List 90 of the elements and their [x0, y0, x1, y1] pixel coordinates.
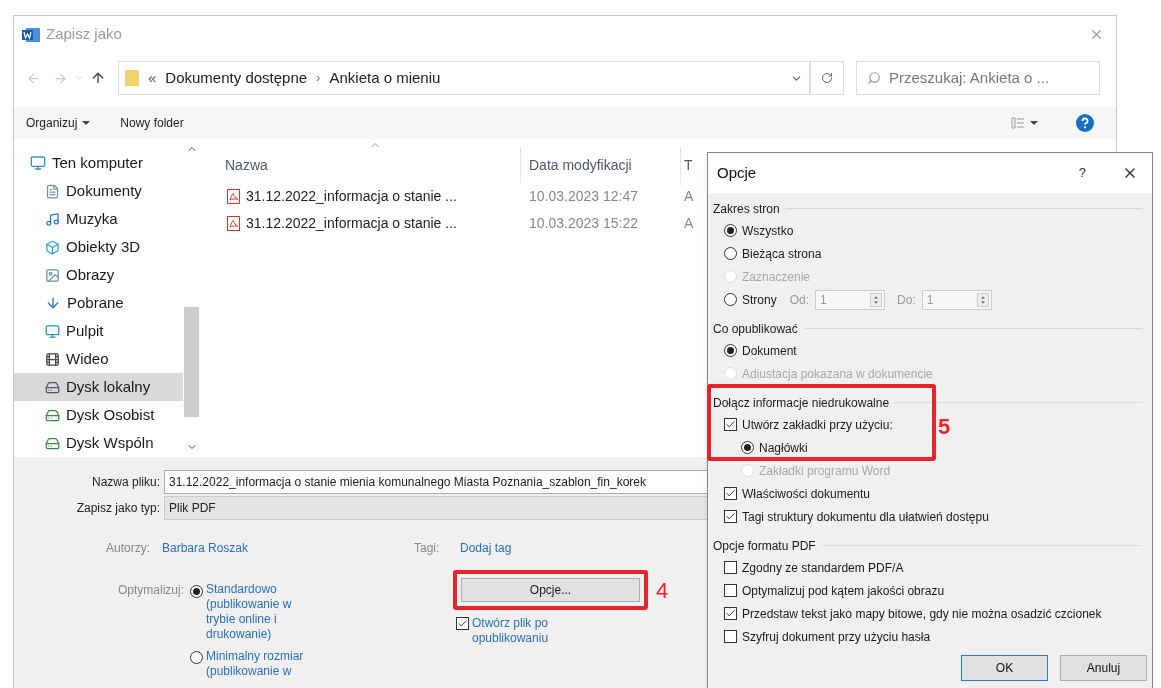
window-title: Zapisz jako	[46, 24, 123, 45]
options-button[interactable]: Opcje...	[461, 578, 640, 602]
checkbox[interactable]	[724, 561, 737, 574]
spin-icon[interactable]	[870, 292, 883, 307]
to-label: Do:	[897, 291, 916, 309]
step-number: 5	[938, 413, 951, 441]
pdf-file-icon	[227, 189, 240, 204]
search-field[interactable]: Przeszukaj: Ankieta o ...	[856, 61, 1100, 95]
file-name: 31.12.2022_informacja o stanie ...	[246, 214, 457, 233]
step-number: 4	[656, 582, 669, 598]
column-header[interactable]: T	[681, 147, 695, 183]
sidebar-item[interactable]: Dysk lokalny	[14, 373, 183, 401]
authors-label: Autorzy:	[105, 540, 151, 557]
section-heading: Zakres stron	[713, 200, 780, 218]
radio-button[interactable]	[741, 441, 754, 454]
checkbox[interactable]	[724, 584, 737, 597]
sidebar-item[interactable]: Muzyka	[14, 205, 183, 233]
checkbox[interactable]	[456, 617, 469, 630]
search-icon	[867, 71, 881, 85]
help-button[interactable]: ?	[1078, 163, 1086, 183]
radio-button[interactable]	[190, 651, 203, 664]
file-date: 10.03.2023 12:47	[528, 187, 639, 206]
checkbox[interactable]	[724, 487, 737, 500]
file-name: 31.12.2022_informacja o stanie ...	[246, 187, 457, 206]
table-cell-text: A	[683, 187, 695, 206]
sidebar-item[interactable]: Pobrane	[14, 289, 183, 317]
option-label: Strony	[742, 291, 777, 309]
option-label: Utwórz zakładki przy użyciu:	[742, 416, 893, 434]
breadcrumb-item[interactable]: Ankieta o mieniu	[329, 66, 441, 90]
sidebar-item[interactable]: Obiekty 3D	[14, 233, 183, 261]
checkbox[interactable]	[724, 630, 737, 643]
column-header[interactable]: Nazwa	[201, 147, 521, 183]
radio-button[interactable]	[190, 585, 203, 598]
radio-button[interactable]	[724, 224, 737, 237]
option-label: Zaznaczenie	[742, 268, 811, 286]
optimize-label: Optymalizuj:	[116, 582, 185, 599]
pdf-file-icon	[227, 216, 240, 231]
tags-label: Tagi:	[414, 540, 441, 557]
file-date: 10.03.2023 15:22	[528, 214, 639, 233]
refresh-icon	[821, 72, 833, 84]
option-label: Przedstaw tekst jako mapy bitowe, gdy nie można osadzić czcionek	[742, 605, 1102, 623]
organize-menu-button[interactable]: Organizuj	[26, 114, 91, 132]
overflow-chevron[interactable]: «	[148, 66, 157, 90]
file-name-label: Nazwa pliku:	[90, 474, 161, 491]
radio-button[interactable]	[724, 247, 737, 260]
sidebar-item[interactable]: Dokumenty	[14, 177, 183, 205]
from-label: Od:	[789, 291, 810, 309]
sidebar-item[interactable]: Pulpit	[14, 317, 183, 345]
radio-label: Standardowo (publikowanie w trybie online i drukowanie)	[206, 582, 293, 642]
spin-icon[interactable]	[976, 292, 989, 307]
option-label: Wszystko	[742, 222, 794, 240]
option-label: Optymalizuj pod kątem jakości obrazu	[742, 582, 945, 600]
checkbox-label: Otwórz plik po opublikowaniu	[472, 616, 550, 646]
breadcrumb-item[interactable]: Dokumenty dostępne	[165, 66, 308, 90]
address-bar[interactable]: « Dokumenty dostępne › Ankieta o mieniu	[118, 61, 810, 95]
view-options-button[interactable]	[1011, 117, 1038, 129]
option-label: Zgodny ze standardem PDF/A	[742, 559, 904, 577]
sidebar-item[interactable]: Wideo	[14, 345, 183, 373]
file-type-label: Zapisz jako typ:	[75, 500, 161, 517]
sidebar-item[interactable]: Dysk Osobist	[14, 401, 183, 429]
checkbox[interactable]	[724, 510, 737, 523]
caret-icon	[82, 121, 91, 125]
radio-label: Minimalny rozmiar (publikowanie w	[206, 649, 305, 679]
column-header[interactable]: Data modyfikacji	[521, 147, 681, 183]
dialog-title: Opcje	[717, 162, 758, 183]
sidebar-item[interactable]: Ten komputer	[14, 149, 183, 177]
dialog-button[interactable]: OK	[961, 655, 1048, 681]
option-label: Nagłówki	[759, 439, 808, 457]
up-icon[interactable]	[90, 70, 106, 86]
section-heading: Dołącz informacje niedrukowalne	[713, 394, 890, 412]
dialog-button[interactable]: Anuluj	[1060, 655, 1147, 681]
word-app-icon	[22, 26, 40, 43]
help-icon[interactable]	[1076, 114, 1094, 132]
option-label: Adiustacja pokazana w dokumencie	[742, 365, 933, 383]
option-label: Dokument	[742, 342, 797, 360]
radio-button[interactable]	[724, 344, 737, 357]
authors-link[interactable]: Barbara Roszak	[162, 539, 414, 557]
option-label: Szyfruj dokument przy użyciu hasła	[742, 628, 931, 646]
section-heading: Opcje formatu PDF	[713, 537, 816, 555]
sidebar-item[interactable]: Dysk Wspóln	[14, 429, 183, 457]
new-folder-button[interactable]: Nowy folder	[120, 114, 184, 132]
option-label: Bieżąca strona	[742, 245, 822, 263]
sidebar-item[interactable]: Obrazy	[14, 261, 183, 289]
radio-button[interactable]	[724, 293, 737, 306]
path-separator: ›	[316, 69, 321, 88]
table-cell-text: A	[683, 214, 695, 233]
section-heading: Co opublikować	[713, 320, 798, 338]
checkbox[interactable]	[724, 418, 737, 431]
checkbox[interactable]	[724, 607, 737, 620]
add-tag-link[interactable]: Dodaj tag	[460, 539, 512, 557]
